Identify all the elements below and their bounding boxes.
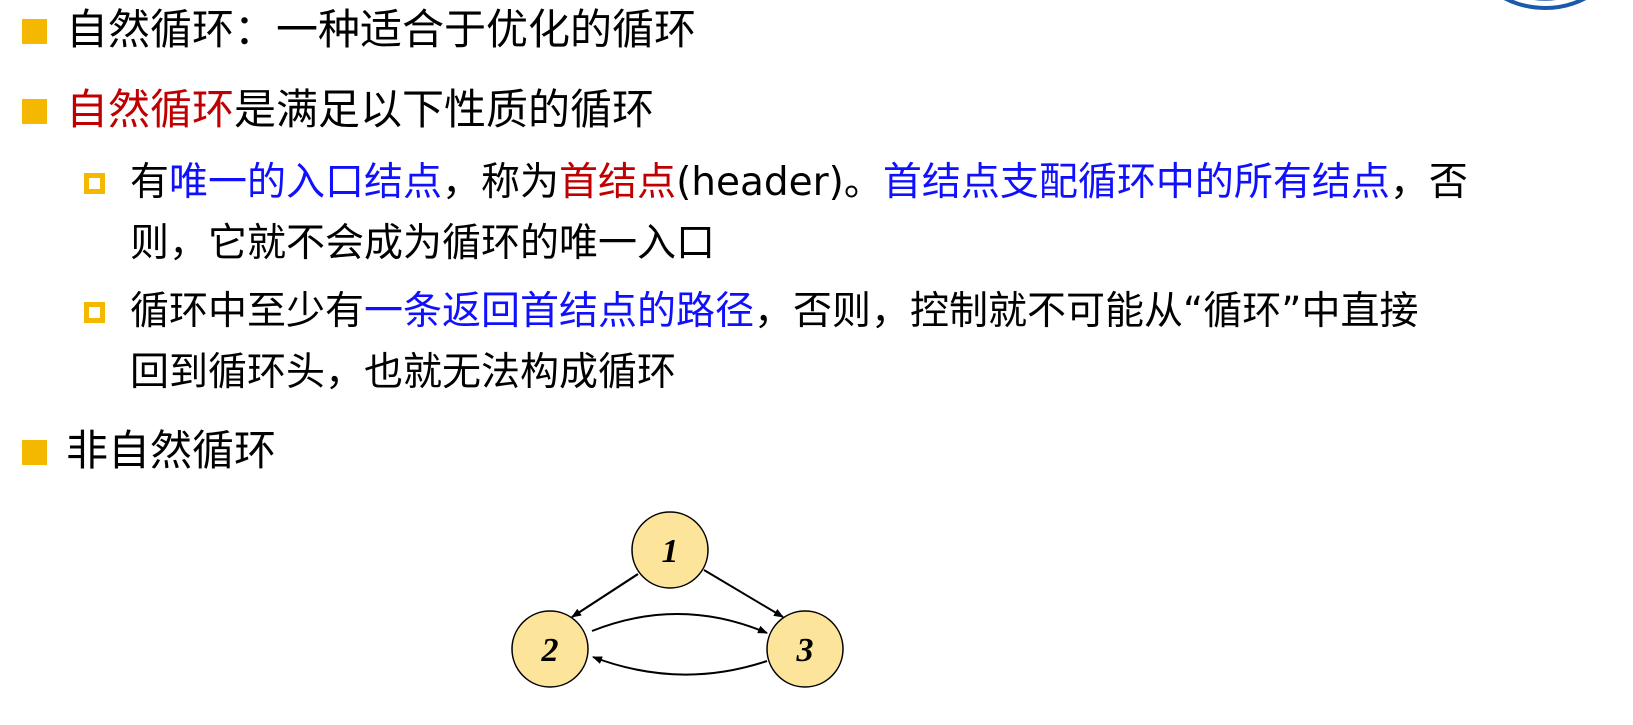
sub-text: 有 <box>130 160 170 205</box>
hollow-square-icon <box>84 173 105 194</box>
node-1: 1 <box>631 511 709 589</box>
sub-text: 则，它就不会成为循环的唯一入口 <box>130 221 716 266</box>
bullet-square-icon <box>22 99 47 124</box>
sub-text: ，否 <box>1389 160 1468 205</box>
node-label: 3 <box>796 632 814 669</box>
sub-item-unique-entry: 有唯一的入口结点，称为首结点(header)。首结点支配循环中的所有结点，否 <box>130 163 1468 202</box>
sub-text: 循环中至少有 <box>130 289 365 334</box>
sub-text: ，否则，控制就不可能从“循环”中直接 <box>754 289 1419 334</box>
highlight-header-node: 首结点 <box>559 160 677 205</box>
highlight-back-path: 一条返回首结点的路径 <box>364 289 755 334</box>
sub-item-back-path-continued: 回到循环头，也就无法构成循环 <box>130 353 676 392</box>
highlight-header-dominates: 首结点支配循环中的所有结点 <box>882 160 1390 205</box>
bullet-square-icon <box>22 440 47 465</box>
highlight-unique-entry-node: 唯一的入口结点 <box>169 160 443 205</box>
edge-1-3 <box>703 569 784 618</box>
bullet-text: 非自然循环 <box>66 426 277 475</box>
bullet-square-icon <box>22 19 47 44</box>
node-label: 1 <box>662 533 679 570</box>
node-2: 2 <box>511 610 589 688</box>
bullet-natural-loop-properties: 自然循环是满足以下性质的循环 <box>66 89 654 131</box>
highlight-natural-loop: 自然循环 <box>66 85 235 134</box>
edge-1-2 <box>571 573 639 618</box>
bullet-text: 自然循环：一种适合于优化的循环 <box>66 5 697 54</box>
sub-text: (header)。 <box>676 160 883 205</box>
edge-2-3 <box>591 613 768 634</box>
sub-text: 回到循环头，也就无法构成循环 <box>130 350 677 395</box>
edge-3-2 <box>592 656 768 676</box>
sub-text: ，称为 <box>442 160 560 205</box>
bullet-natural-loop-definition: 自然循环：一种适合于优化的循环 <box>66 9 696 51</box>
flow-graph: 1 2 3 <box>511 511 844 688</box>
sub-item-back-path: 循环中至少有一条返回首结点的路径，否则，控制就不可能从“循环”中直接 <box>130 292 1418 331</box>
hollow-square-icon <box>84 302 105 323</box>
sub-item-unique-entry-continued: 则，它就不会成为循环的唯一入口 <box>130 224 715 263</box>
node-label: 2 <box>541 632 559 669</box>
node-3: 3 <box>766 610 844 688</box>
bullet-non-natural-loop: 非自然循环 <box>66 430 276 472</box>
university-logo <box>1503 0 1587 10</box>
bullet-text: 是满足以下性质的循环 <box>234 85 655 134</box>
